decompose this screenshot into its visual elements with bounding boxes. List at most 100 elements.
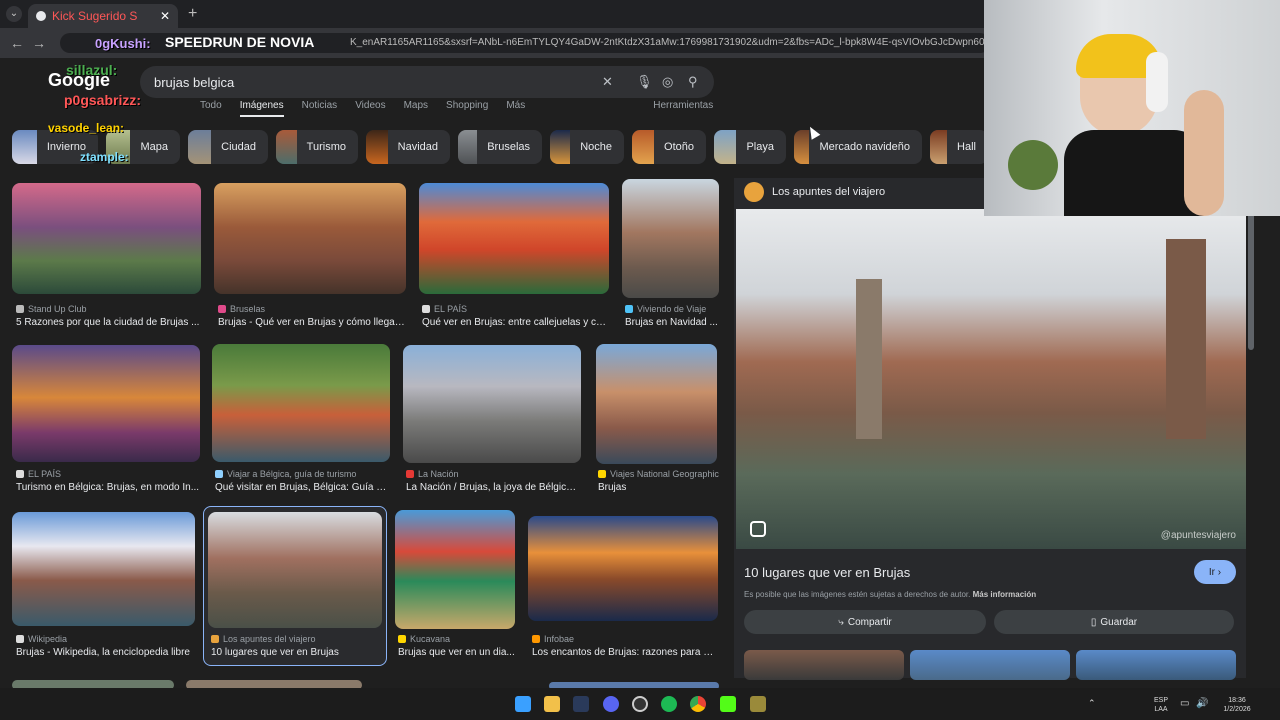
favicon-icon (532, 635, 540, 643)
result-title[interactable]: 10 lugares que ver en Brujas (211, 647, 383, 658)
result-source: EL PAÍS (422, 304, 467, 314)
result-title[interactable]: 5 Razones por que la ciudad de Brujas ..… (16, 317, 201, 328)
result-title[interactable]: Brujas que ver en un dia... (398, 647, 516, 658)
spotify-icon[interactable] (661, 696, 677, 712)
result-source: Infobae (532, 634, 574, 644)
chip[interactable]: Turismo (276, 130, 358, 164)
result-title[interactable]: Los encantos de Brujas: razones para vi.… (532, 647, 718, 658)
favicon-icon (398, 635, 406, 643)
favicon-icon (215, 470, 223, 478)
share-button[interactable]: ⤷ Compartir (744, 610, 986, 634)
result-image[interactable] (528, 516, 718, 621)
result-title[interactable]: Turismo en Bélgica: Brujas, en modo In..… (16, 482, 200, 493)
chip[interactable]: Otoño (632, 130, 706, 164)
watermark: @apuntesviajero (1160, 530, 1236, 541)
browser-tab[interactable]: Kick Sugerido S ✕ (28, 4, 178, 28)
mic-icon[interactable]: 🎙 (636, 74, 653, 90)
save-button[interactable]: ▯ Guardar (994, 610, 1234, 634)
new-tab-icon[interactable]: + (188, 5, 197, 23)
filter-tabs: Todo Imágenes Noticias Videos Maps Shopp… (200, 100, 713, 117)
discord-icon[interactable] (603, 696, 619, 712)
chat-name: p0gsabrizz: (64, 92, 142, 108)
tab-herramientas[interactable]: Herramientas (653, 100, 713, 117)
tab-shopping[interactable]: Shopping (446, 100, 488, 117)
result-title[interactable]: La Nación / Brujas, la joya de Bélgica,.… (406, 482, 581, 493)
lens-icon[interactable]: ◎ (662, 74, 673, 90)
windows-start-icon[interactable] (515, 696, 531, 712)
chrome-icon[interactable] (690, 696, 706, 712)
tab-search-icon[interactable]: ⌄ (6, 6, 22, 22)
stream-title: SPEEDRUN DE NOVIA (165, 34, 315, 50)
result-image[interactable] (596, 344, 717, 464)
result-image[interactable] (395, 510, 515, 629)
windows-taskbar: ⌃ ESP LAA ▭ 🔊 18:36 1/2/2026 (0, 688, 1280, 720)
obs-icon[interactable] (632, 696, 648, 712)
tray-chevron-icon[interactable]: ⌃ (1088, 698, 1096, 709)
language-indicator[interactable]: ESP LAA (1150, 696, 1172, 714)
tab-noticias[interactable]: Noticias (302, 100, 338, 117)
network-icon[interactable]: ▭ (1180, 698, 1189, 709)
result-image[interactable] (12, 512, 195, 626)
tab-maps[interactable]: Maps (404, 100, 428, 117)
favicon-icon (625, 305, 633, 313)
favicon-icon (16, 305, 24, 313)
result-image[interactable] (622, 179, 719, 298)
tab-close-icon[interactable]: ✕ (160, 9, 170, 23)
roof-shape (1166, 239, 1206, 439)
app-icon[interactable] (750, 696, 766, 712)
clear-icon[interactable]: ✕ (602, 74, 613, 90)
chat-name: ztample: (80, 150, 129, 164)
result-title[interactable]: Brujas - Qué ver en Brujas y cómo llegar… (218, 317, 406, 328)
favicon-icon (16, 635, 24, 643)
back-arrow-icon[interactable]: ← (10, 35, 24, 51)
related-thumbnail[interactable] (744, 650, 904, 680)
file-explorer-icon[interactable] (544, 696, 560, 712)
related-thumbnail[interactable] (910, 650, 1070, 680)
result-image[interactable] (12, 345, 200, 462)
result-image[interactable] (12, 680, 174, 688)
result-title[interactable]: Brujas (598, 482, 716, 493)
result-image[interactable] (186, 680, 362, 688)
chip[interactable]: Navidad (366, 130, 450, 164)
tab-imagenes[interactable]: Imágenes (239, 100, 284, 117)
search-icon[interactable]: ⚲ (688, 74, 698, 90)
result-title[interactable]: Qué visitar en Brujas, Bélgica: Guía d..… (215, 482, 390, 493)
result-title[interactable]: Brujas en Navidad ... (625, 317, 719, 328)
chip[interactable]: Noche (550, 130, 624, 164)
result-image[interactable] (403, 345, 581, 463)
result-image[interactable] (208, 512, 382, 628)
more-info-link[interactable]: Más información (973, 590, 1037, 599)
panel-source[interactable]: Los apuntes del viajero (744, 182, 885, 202)
tab-mas[interactable]: Más (506, 100, 525, 117)
chip[interactable]: Hall (930, 130, 988, 164)
preview-image[interactable]: @apuntesviajero (736, 209, 1246, 549)
volume-icon[interactable]: 🔊 (1196, 698, 1208, 709)
tab-videos[interactable]: Videos (355, 100, 385, 117)
result-image[interactable] (212, 344, 390, 462)
tower-shape (856, 279, 882, 439)
go-button[interactable]: Ir › (1194, 560, 1236, 584)
steam-icon[interactable] (573, 696, 589, 712)
lens-search-icon[interactable] (750, 521, 766, 537)
result-title[interactable]: Brujas - Wikipedia, la enciclopedia libr… (16, 647, 196, 658)
related-thumbnail[interactable] (1076, 650, 1236, 680)
forward-arrow-icon[interactable]: → (32, 35, 46, 51)
favicon-icon (16, 470, 24, 478)
chip[interactable]: Ciudad (188, 130, 268, 164)
result-title[interactable]: Qué ver en Brujas: entre callejuelas y c… (422, 317, 608, 328)
result-image[interactable] (214, 183, 406, 294)
clock[interactable]: 18:36 1/2/2026 (1214, 696, 1260, 714)
chip[interactable]: Playa (714, 130, 786, 164)
result-source: Los apuntes del viajero (211, 634, 316, 644)
plush (1008, 140, 1058, 190)
source-favicon-icon (744, 182, 764, 202)
result-image[interactable] (12, 183, 201, 294)
search-input[interactable]: brujas belgica (140, 66, 714, 98)
result-image[interactable] (419, 183, 609, 294)
tab-todo[interactable]: Todo (200, 100, 222, 117)
chip[interactable]: Bruselas (458, 130, 542, 164)
kick-icon[interactable] (720, 696, 736, 712)
favicon-icon (598, 470, 606, 478)
panel-title[interactable]: 10 lugares que ver en Brujas (744, 565, 910, 580)
favicon-icon (422, 305, 430, 313)
